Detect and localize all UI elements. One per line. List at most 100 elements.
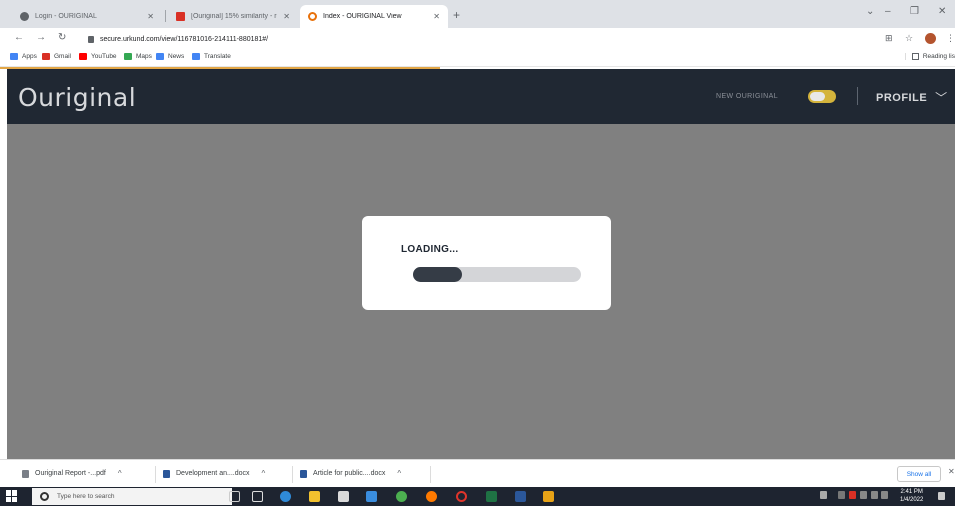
back-arrow-icon[interactable]: ← [14, 32, 24, 43]
new-tab-button[interactable]: + [453, 8, 460, 22]
bookmark-label: Translate [204, 53, 231, 60]
loading-dialog: LOADING... [362, 216, 611, 310]
store-icon[interactable] [338, 491, 349, 502]
bookmark-label: News [168, 53, 185, 60]
lock-icon [88, 35, 94, 43]
download-divider [430, 466, 431, 483]
tab-ouriginal-view[interactable]: Index - OURIGINAL View ✕ [300, 5, 448, 28]
translate-icon [192, 53, 200, 60]
mail-icon[interactable] [366, 491, 377, 502]
close-icon[interactable]: ✕ [283, 12, 290, 21]
apps-grid-icon [10, 53, 18, 60]
tab-gmail[interactable]: [Ouriginal] 15% similarity - resea ✕ [168, 5, 298, 28]
chevron-up-icon[interactable]: ^ [262, 469, 266, 478]
ouriginal-logo[interactable]: Ouriginal [18, 83, 136, 112]
tray-app-icon[interactable] [838, 491, 845, 499]
bookmark-news[interactable]: News [156, 53, 184, 60]
close-icon[interactable]: ✕ [433, 12, 440, 21]
chevron-down-icon: ﹀ [935, 91, 948, 105]
browser-avatar[interactable] [925, 33, 936, 44]
opera-icon[interactable] [456, 491, 467, 502]
address-bar[interactable]: secure.urkund.com/view/116781016-214111-… [88, 31, 858, 47]
taskbar-clock[interactable]: 2:41 PM 1/4/2022 [900, 488, 923, 504]
reading-list-icon [911, 53, 919, 60]
youtube-icon [79, 53, 87, 60]
download-item[interactable]: Ouriginal Report -...pdf ^ [22, 469, 122, 478]
reload-icon[interactable]: ↻ [58, 32, 66, 43]
profile-label: PROFILE [876, 91, 928, 104]
microphone-icon[interactable] [229, 491, 240, 502]
new-ouriginal-label: NEW OURIGINAL [716, 93, 778, 100]
download-item[interactable]: Development an....docx ^ [163, 469, 265, 478]
firefox-icon[interactable] [426, 491, 437, 502]
bookmark-gmail[interactable]: Gmail [42, 53, 71, 60]
network-icon[interactable] [860, 491, 867, 499]
restore-icon[interactable]: ❐ [910, 6, 919, 17]
minimize-icon[interactable]: – [885, 6, 891, 17]
loading-progress-bar [413, 267, 581, 282]
task-view-icon[interactable] [252, 491, 263, 502]
browser-toolbar: ← → ↻ secure.urkund.com/view/116781016-2… [0, 28, 955, 50]
bookmarks-bar: Apps Gmail YouTube Maps News Translate R… [0, 50, 955, 67]
notifications-icon[interactable] [938, 492, 945, 500]
tab-search-icon[interactable]: ⌄ [866, 6, 874, 17]
word-file-icon [300, 469, 307, 478]
download-shelf: Ouriginal Report -...pdf ^ Development a… [0, 459, 955, 487]
chrome-icon[interactable] [396, 491, 407, 502]
reading-list-label: Reading lis [922, 53, 955, 60]
menu-dots-icon[interactable]: ⋮ [946, 33, 955, 44]
reading-list-button[interactable]: Reading lis [904, 53, 955, 60]
browser-tab-strip: Login - OURIGINAL ✕ [Ouriginal] 15% simi… [0, 0, 955, 28]
close-shelf-icon[interactable]: ✕ [948, 467, 955, 476]
download-divider [155, 466, 156, 483]
download-item[interactable]: Article for public....docx ^ [300, 469, 401, 478]
tab-title: [Ouriginal] 15% similarity - resea [191, 13, 277, 20]
gmail-icon [176, 12, 185, 21]
profile-menu-button[interactable]: PROFILE ﹀ [876, 89, 948, 106]
bookmark-apps[interactable]: Apps [10, 53, 37, 60]
tray-app-icon[interactable] [849, 491, 856, 499]
bookmark-label: Maps [136, 53, 152, 60]
people-icon[interactable] [820, 491, 827, 499]
url-text: secure.urkund.com/view/116781016-214111-… [100, 35, 269, 43]
gmail-icon [42, 53, 50, 60]
bookmark-maps[interactable]: Maps [124, 53, 152, 60]
ouriginal-icon [308, 12, 317, 21]
tab-title: Login - OURIGINAL [35, 13, 97, 20]
download-divider [292, 466, 293, 483]
clock-date: 1/4/2022 [900, 497, 924, 503]
toggle-knob [810, 92, 825, 101]
bookmark-youtube[interactable]: YouTube [79, 53, 117, 60]
extensions-icon[interactable]: ⊞ [885, 33, 893, 44]
volume-icon[interactable] [881, 491, 888, 499]
bookmark-translate[interactable]: Translate [192, 53, 231, 60]
chevron-up-icon[interactable]: ^ [397, 469, 401, 478]
app-icon[interactable] [543, 491, 554, 502]
search-placeholder: Type here to search [57, 493, 115, 500]
bookmark-star-icon[interactable]: ☆ [905, 33, 913, 44]
show-all-button[interactable]: Show all [897, 466, 941, 482]
bookmark-label: YouTube [91, 53, 117, 60]
chevron-up-icon[interactable]: ^ [118, 469, 122, 478]
loading-label: LOADING... [401, 244, 459, 255]
forward-arrow-icon[interactable]: → [36, 32, 46, 43]
download-name: Article for public....docx [313, 470, 386, 477]
file-explorer-icon[interactable] [309, 491, 320, 502]
download-name: Ouriginal Report -...pdf [35, 470, 106, 477]
header-divider [857, 87, 858, 105]
tab-login[interactable]: Login - OURIGINAL ✕ [12, 5, 162, 28]
new-ouriginal-toggle[interactable] [808, 90, 836, 103]
excel-icon[interactable] [486, 491, 497, 502]
tab-title: Index - OURIGINAL View [323, 13, 402, 20]
search-icon [40, 492, 49, 501]
word-file-icon [163, 469, 170, 478]
taskbar-search-input[interactable]: Type here to search [32, 488, 232, 505]
battery-icon[interactable] [871, 491, 878, 499]
close-icon[interactable]: ✕ [147, 12, 154, 21]
word-icon[interactable] [515, 491, 526, 502]
download-name: Development an....docx [176, 470, 250, 477]
clock-time: 2:41 PM [900, 489, 923, 495]
windows-start-icon[interactable] [6, 490, 18, 502]
close-window-icon[interactable]: ✕ [938, 6, 946, 17]
edge-icon[interactable] [280, 491, 291, 502]
